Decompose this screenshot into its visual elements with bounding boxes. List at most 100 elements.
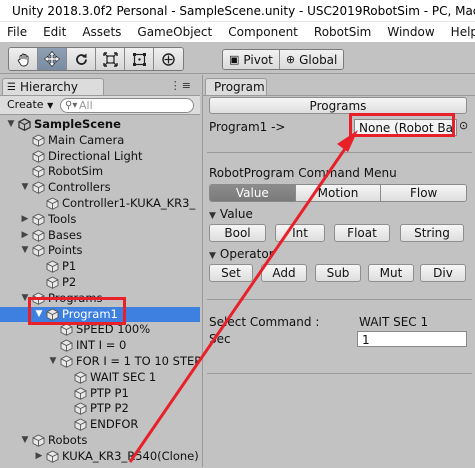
hierarchy-item[interactable]: PTP P2	[0, 401, 200, 417]
hierarchy-item-label: Robots	[48, 432, 88, 447]
hierarchy-item[interactable]: ▼ Controllers	[0, 180, 200, 196]
highlight-box-program-field	[349, 113, 455, 137]
hierarchy-item[interactable]: ▶ Tools	[0, 212, 200, 228]
global-button[interactable]: ⊕ Global	[279, 50, 344, 69]
pivot-button[interactable]: ▣ Pivot	[223, 50, 280, 69]
hierarchy-item[interactable]: ▶ Bases	[0, 228, 200, 244]
operator-section-header[interactable]: ▼ Operator	[209, 247, 274, 261]
expand-arrow-icon[interactable]: ▼	[6, 117, 16, 133]
tab-program[interactable]: Program	[205, 78, 267, 95]
hierarchy-search-input[interactable]: ⚲▾ All	[60, 98, 194, 113]
hierarchy-item-label: Controller1-KUKA_KR3_	[62, 195, 196, 210]
sub-button[interactable]: Sub	[315, 264, 361, 282]
rect-tool-button[interactable]	[125, 48, 154, 70]
div-button[interactable]: Div	[420, 264, 466, 282]
move-arrows-icon	[44, 51, 60, 67]
expand-triangle-icon: ▼	[209, 251, 216, 261]
hierarchy-item-label: P2	[62, 274, 77, 289]
hierarchy-item[interactable]: ▼ Robots	[0, 433, 200, 449]
expand-arrow-icon[interactable]: ▼	[20, 180, 30, 196]
hierarchy-item-label: ENDFOR	[90, 417, 139, 432]
menu-help[interactable]: Help	[443, 25, 475, 39]
gameobject-cube-icon	[32, 213, 45, 226]
transform-tool-button[interactable]	[154, 48, 183, 70]
hierarchy-item[interactable]: ▶ KUKA_KR3_R540(Clone)	[0, 449, 200, 465]
expand-arrow-icon[interactable]: ▼	[20, 433, 30, 449]
gameobject-cube-icon	[32, 244, 45, 258]
gameobject-cube-icon	[74, 387, 87, 400]
scene-row[interactable]: ▼ SampleScene	[0, 117, 200, 133]
set-button[interactable]: Set	[209, 264, 253, 282]
rotate-tool-button[interactable]	[67, 48, 96, 70]
gameobject-cube-icon	[74, 371, 87, 384]
gameobject-cube-icon	[46, 197, 59, 210]
hierarchy-item[interactable]: P1	[0, 259, 200, 275]
value-section-header[interactable]: ▼ Value	[209, 207, 253, 221]
tab-flow[interactable]: Flow	[381, 185, 466, 201]
tab-motion[interactable]: Motion	[295, 185, 382, 201]
hierarchy-item[interactable]: Controller1-KUKA_KR3_	[0, 196, 200, 212]
scale-tool-button[interactable]	[96, 48, 125, 70]
select-command-label: Select Command :	[209, 315, 320, 329]
hierarchy-item[interactable]: ▼ Points	[0, 243, 200, 259]
hierarchy-item-label: KUKA_KR3_R540(Clone)	[62, 448, 199, 463]
program-tab-label: Program	[214, 80, 265, 94]
sec-input[interactable]: 1	[357, 331, 467, 347]
hierarchy-item-label: Controllers	[48, 180, 111, 195]
hierarchy-item[interactable]: RobotSim	[0, 164, 200, 180]
object-picker-icon[interactable]: ⊙	[459, 119, 468, 132]
collapse-arrow-icon[interactable]: ▶	[20, 212, 30, 228]
gameobject-cube-icon	[60, 355, 73, 368]
rotate-icon	[75, 53, 87, 65]
list-icon: ☰	[7, 81, 16, 93]
add-button[interactable]: Add	[261, 264, 307, 282]
transform-tools	[8, 47, 184, 71]
create-dropdown[interactable]: Create ▼	[7, 98, 53, 111]
menu-component[interactable]: Component	[220, 25, 306, 39]
bool-button[interactable]: Bool	[209, 224, 266, 242]
gameobject-cube-icon	[60, 339, 73, 352]
mut-button[interactable]: Mut	[368, 264, 414, 282]
hand-tool-button[interactable]	[9, 48, 38, 70]
dropdown-arrow-icon: ▼	[47, 101, 54, 110]
program-panel-body: Programs Program1 -> None (Robot Ba ⊙ Ro…	[203, 95, 475, 467]
panel-menu-icon[interactable]: ⋮≡	[170, 79, 192, 92]
hierarchy-toolbar: Create ▼ ⚲▾ All	[0, 95, 200, 115]
hierarchy-item[interactable]: WAIT SEC 1	[0, 370, 200, 386]
gameobject-cube-icon	[46, 260, 59, 273]
move-tool-button[interactable]	[38, 48, 67, 70]
divider	[207, 299, 472, 300]
float-button[interactable]: Float	[334, 224, 390, 242]
expand-arrow-icon[interactable]: ▼	[48, 354, 58, 370]
string-button[interactable]: String	[400, 224, 464, 242]
programs-button[interactable]: Programs	[209, 97, 467, 114]
menu-robotsim[interactable]: RobotSim	[306, 25, 379, 39]
collapse-arrow-icon[interactable]: ▶	[34, 449, 44, 465]
int-button[interactable]: Int	[275, 224, 325, 242]
command-menu-title: RobotProgram Command Menu	[209, 166, 397, 180]
menu-assets[interactable]: Assets	[74, 25, 129, 39]
menu-gameobject[interactable]: GameObject	[129, 25, 220, 39]
hierarchy-item[interactable]: P2	[0, 275, 200, 291]
hierarchy-item[interactable]: INT I = 0	[0, 338, 200, 354]
gameobject-cube-icon	[32, 150, 45, 163]
rect-tool-icon	[132, 52, 146, 66]
tab-hierarchy[interactable]: ☰ Hierarchy	[2, 78, 104, 95]
hierarchy-item-label: Directional Light	[48, 148, 143, 163]
collapse-arrow-icon[interactable]: ▶	[20, 228, 30, 244]
menu-file[interactable]: File	[0, 25, 35, 39]
hierarchy-item[interactable]: PTP P1	[0, 386, 200, 402]
hierarchy-item-label: Main Camera	[48, 132, 125, 147]
menu-window[interactable]: Window	[379, 25, 442, 39]
hierarchy-item-label: Bases	[48, 227, 82, 242]
gameobject-cube-icon	[60, 323, 73, 337]
hierarchy-item[interactable]: Directional Light	[0, 149, 200, 165]
select-command-value: WAIT SEC 1	[359, 315, 429, 329]
tab-value[interactable]: Value	[210, 185, 296, 201]
hierarchy-item[interactable]: ENDFOR	[0, 417, 200, 433]
expand-arrow-icon[interactable]: ▼	[20, 243, 30, 259]
hierarchy-item[interactable]: ▼ FOR I = 1 TO 10 STEP	[0, 354, 202, 370]
hierarchy-item[interactable]: Main Camera	[0, 133, 200, 149]
menu-edit[interactable]: Edit	[35, 25, 74, 39]
divider	[207, 373, 472, 374]
